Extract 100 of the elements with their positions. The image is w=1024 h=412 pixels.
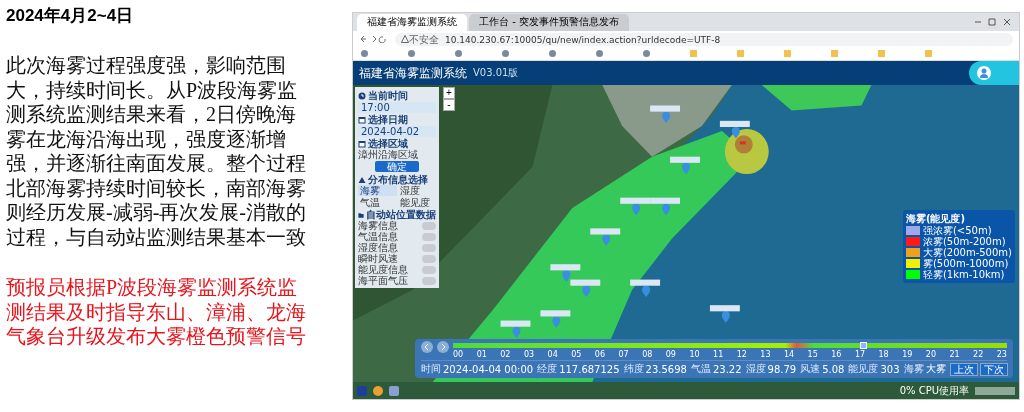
step-button[interactable]: 上次 <box>949 362 978 376</box>
hour-label: 18 <box>878 350 889 360</box>
user-icon <box>977 66 991 80</box>
info-value: 5.08 <box>822 363 845 375</box>
info-value: 23.5698 <box>645 363 687 375</box>
previous-icon[interactable] <box>421 341 433 353</box>
timeline-track[interactable] <box>453 343 1007 348</box>
info-value: 2024-04-04 00:00 <box>443 363 534 375</box>
station-tag <box>650 105 680 112</box>
toggle-switch[interactable] <box>422 265 436 274</box>
info-label: 经度 <box>537 362 558 376</box>
hour-label: 07 <box>618 350 629 360</box>
map-pin-icon[interactable] <box>512 326 521 338</box>
toggle-switch[interactable] <box>422 243 436 252</box>
info-label: 湿度 <box>745 362 766 376</box>
hour-label: 08 <box>642 350 653 360</box>
info-label: 海雾 <box>903 362 924 376</box>
next-icon[interactable] <box>437 341 449 353</box>
app-title: 福建省海雾监测系统 <box>359 64 467 82</box>
calendar-icon <box>358 115 366 124</box>
app-taskbar-icon[interactable] <box>389 385 399 396</box>
option-item[interactable]: 湿度 <box>397 185 436 196</box>
hour-label: 12 <box>736 350 747 360</box>
address-bar[interactable]: 不安全 10.140.230.67:10005/qu/new/index.action?urldecode=UTF-8 <box>395 32 1013 46</box>
station-tag <box>550 264 581 271</box>
map-pin-icon[interactable] <box>721 311 730 323</box>
station-tag <box>709 305 740 312</box>
timeline-handle[interactable] <box>859 342 867 349</box>
hour-label: 01 <box>476 350 487 360</box>
hour-label: 04 <box>547 350 558 360</box>
map-pin-icon[interactable] <box>632 203 641 216</box>
hour-label: 11 <box>713 350 724 360</box>
map-pin-icon[interactable] <box>582 285 591 297</box>
station-tag <box>590 228 621 235</box>
option-item[interactable]: 能见度 <box>397 197 436 208</box>
section-label: 选择区域 <box>368 138 408 149</box>
section-label: 分布信息选择 <box>368 174 428 185</box>
browser-tab[interactable]: 福建省海雾监测系统 <box>357 14 467 31</box>
info-value: 大雾 <box>925 362 946 376</box>
hour-label: 19 <box>902 350 913 360</box>
slide-title: 2024年4月2~4日 <box>6 5 135 27</box>
confirm-button[interactable]: 确定 <box>375 161 419 172</box>
station-tag <box>540 310 571 317</box>
system-tray-icon[interactable] <box>975 386 1015 395</box>
zoom-button[interactable]: - <box>443 99 455 111</box>
toggle-label: 海平面气压 <box>358 275 408 286</box>
map-pin-icon[interactable] <box>731 127 740 139</box>
legend-label: 大雾(200m-500m) <box>922 247 1012 258</box>
toggle-label: 瞬时风速 <box>358 253 398 264</box>
zoom-button[interactable]: + <box>443 87 455 99</box>
browser-tab[interactable]: 工作台 - 突发事件预警信息发布 <box>469 14 629 31</box>
map-pin-icon[interactable] <box>662 203 671 216</box>
version-label: V03.01版 <box>473 66 519 80</box>
legend-label: 轻雾(1km-10km) <box>922 269 1005 280</box>
clock-icon <box>358 91 366 100</box>
hour-label: 21 <box>949 350 960 360</box>
section-label: 选择日期 <box>368 114 408 125</box>
info-label: 气温 <box>690 362 711 376</box>
toggle-switch[interactable] <box>422 254 436 263</box>
hour-label: 02 <box>500 350 511 360</box>
map-pin-icon[interactable] <box>682 162 690 175</box>
hour-label: 10 <box>689 350 700 360</box>
map-pin-icon[interactable] <box>552 316 561 328</box>
hour-label: 09 <box>665 350 676 360</box>
info-label: 风速 <box>800 362 821 376</box>
station-tag <box>570 279 601 286</box>
hour-label: 13 <box>760 350 771 360</box>
toggle-label: 海雾信息 <box>358 220 398 231</box>
info-value: 23.22 <box>712 363 742 375</box>
option-item[interactable]: 气温 <box>358 197 397 208</box>
browser-taskbar-icon[interactable] <box>373 385 383 396</box>
window-controls-icon[interactable] <box>973 18 1013 26</box>
navigation-arrows-icon[interactable] <box>359 35 389 43</box>
dense-fog-patch <box>724 129 769 175</box>
user-button[interactable] <box>969 61 1019 85</box>
legend-label: 浓雾(50m-200m) <box>922 236 1006 247</box>
info-label: 时间 <box>421 362 441 376</box>
legend-label: 强浓雾(<50m) <box>922 225 992 236</box>
map-pin-icon[interactable] <box>602 234 611 246</box>
station-tag <box>630 279 661 286</box>
option-item[interactable]: 海雾 <box>358 185 397 196</box>
section-label: 当前时间 <box>368 90 408 101</box>
date-field[interactable]: 2024-04-02 <box>358 126 436 137</box>
hour-label: 14 <box>783 350 795 360</box>
info-label: 能见度 <box>848 362 879 376</box>
toggle-switch[interactable] <box>422 232 436 241</box>
step-button[interactable]: 下次 <box>979 362 1008 376</box>
hour-label: 20 <box>925 350 936 360</box>
toggle-switch[interactable] <box>422 221 436 230</box>
toggle-switch[interactable] <box>422 276 436 285</box>
map-pin-icon[interactable] <box>562 270 571 282</box>
time-field[interactable]: 17:00 <box>358 102 436 113</box>
map-pin-icon[interactable] <box>642 285 651 297</box>
info-label: 纬度 <box>623 362 644 376</box>
station-tag <box>719 120 750 127</box>
folder-icon <box>358 210 364 219</box>
hour-label: 03 <box>523 350 535 360</box>
slide-paragraph: 预报员根据P波段海雾监测系统监测结果及时指导东山、漳浦、龙海气象台升级发布大雾橙色预警信号 <box>6 275 306 349</box>
map-pin-icon[interactable] <box>662 111 671 123</box>
hour-label: 22 <box>973 350 984 360</box>
